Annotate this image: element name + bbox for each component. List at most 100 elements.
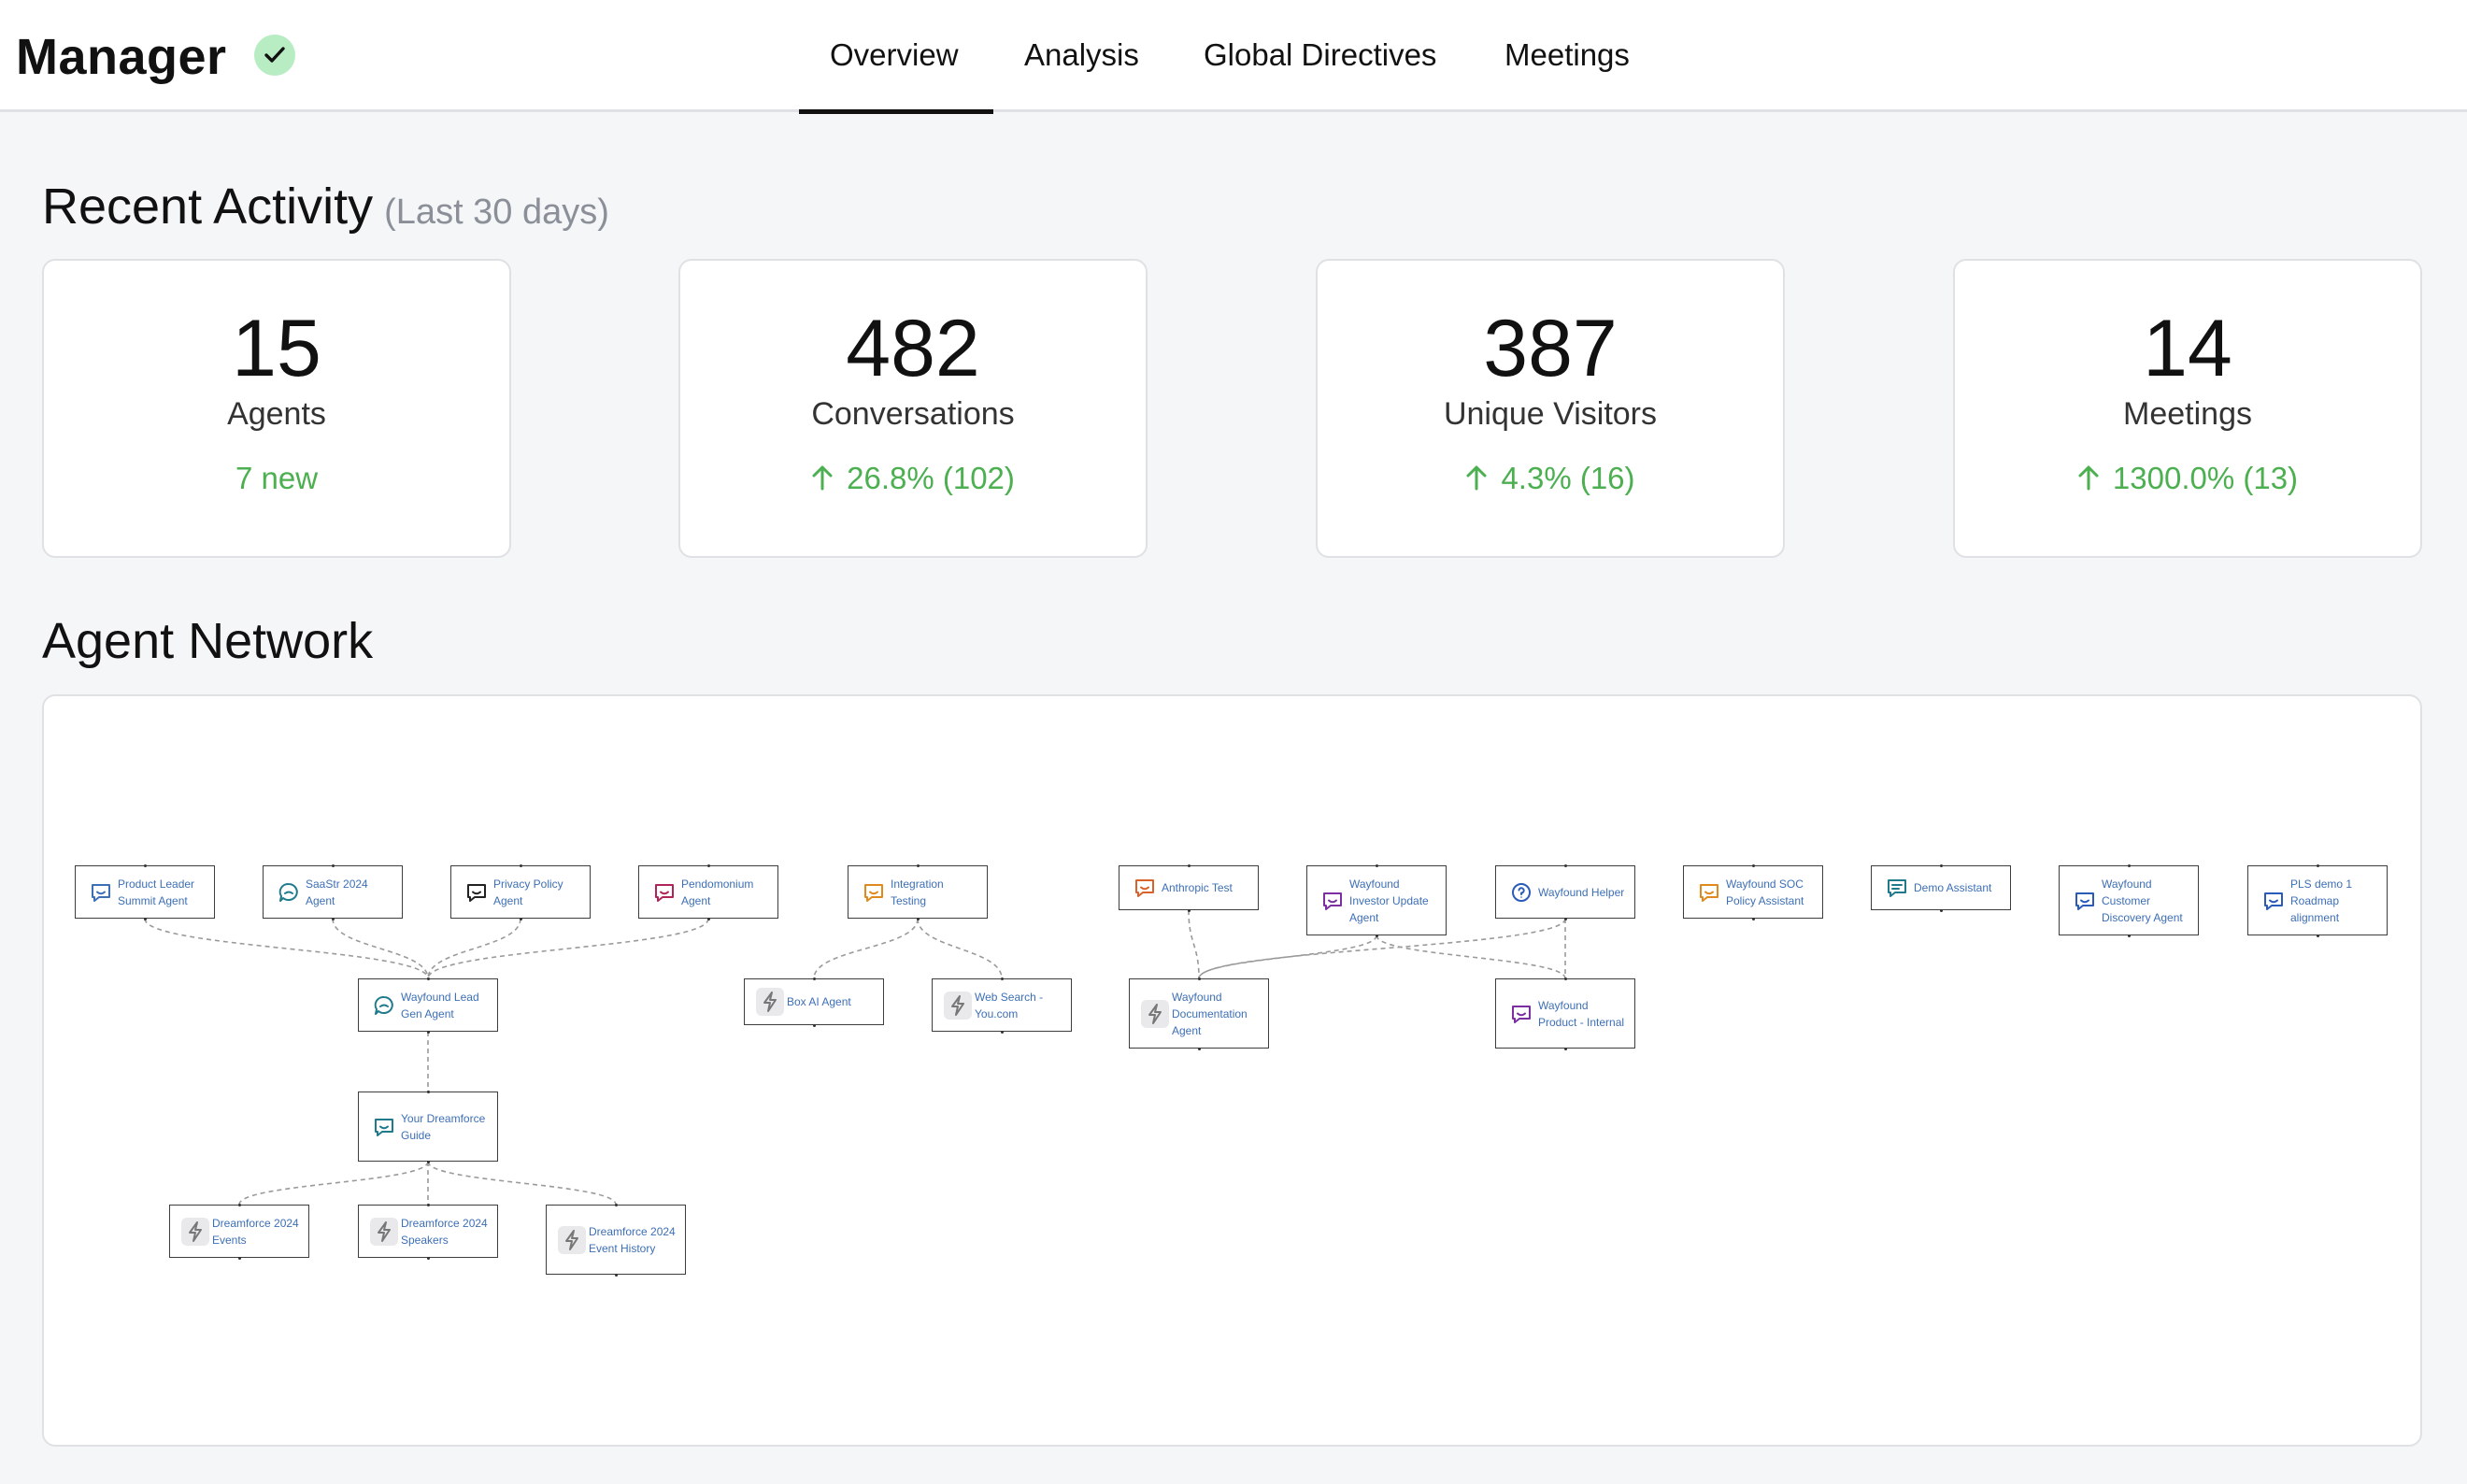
arrow-up-icon — [2078, 465, 2099, 491]
node-port — [427, 1204, 430, 1206]
chat-smile-icon — [2260, 887, 2288, 915]
stat-label: Meetings — [2123, 396, 2252, 432]
chat-smile-icon — [1695, 878, 1723, 906]
recent-activity-heading: Recent Activity (Last 30 days) — [42, 178, 609, 235]
node-port — [2128, 935, 2131, 937]
stat-change: 26.8% (102) — [680, 461, 1146, 496]
tab-meetings[interactable]: Meetings — [1504, 37, 1630, 73]
agent-node[interactable]: Product Leader Summit Agent — [75, 864, 215, 920]
bolt-icon — [181, 1217, 209, 1246]
network-edge — [238, 1161, 429, 1206]
node-port — [1564, 864, 1567, 867]
recent-activity-title: Recent Activity — [42, 178, 374, 235]
stat-value: 14 — [2143, 304, 2232, 393]
agent-node[interactable]: Wayfound Product - Internal — [1495, 977, 1635, 1050]
active-tab-indicator — [799, 109, 993, 114]
node-port — [1564, 977, 1567, 980]
tab-overview[interactable]: Overview — [830, 37, 959, 73]
node-port — [1564, 918, 1567, 920]
agent-node-label: Wayfound SOC Policy Assistant — [1726, 877, 1804, 907]
node-port — [615, 1274, 618, 1277]
agent-node-label: Demo Assistant — [1914, 881, 1992, 894]
stat-value: 15 — [232, 304, 321, 393]
agent-node[interactable]: Demo Assistant — [1871, 864, 2011, 912]
node-port — [332, 864, 335, 867]
node-port — [1188, 864, 1191, 867]
agent-node[interactable]: Wayfound Customer Discovery Agent — [2059, 864, 2199, 937]
help-circle-icon — [1507, 878, 1535, 906]
agent-node[interactable]: Anthropic Test — [1119, 864, 1259, 912]
arrow-up-icon — [1466, 465, 1487, 491]
node-port — [615, 1204, 618, 1206]
bolt-icon — [944, 991, 972, 1020]
stat-change-text: 4.3% (16) — [1501, 461, 1635, 495]
chat-smile-icon — [370, 1113, 398, 1141]
stat-label: Conversations — [811, 396, 1015, 432]
network-edge — [917, 918, 1003, 979]
agent-node-label: Dreamforce 2024 Events — [212, 1216, 299, 1247]
chat-bubble-icon — [275, 878, 303, 906]
agent-node[interactable]: Dreamforce 2024 Speakers — [358, 1204, 498, 1260]
recent-activity-subtitle: (Last 30 days) — [384, 193, 609, 232]
network-edge — [1188, 909, 1200, 979]
app-title: Manager — [16, 29, 227, 85]
agent-node-label: Wayfound Product - Internal — [1538, 998, 1625, 1029]
agent-node-label: Your Dreamforce Guide — [401, 1111, 486, 1142]
network-edge — [427, 1161, 617, 1206]
bolt-icon — [558, 1225, 586, 1254]
node-port — [1752, 864, 1755, 867]
node-port — [427, 1161, 430, 1163]
node-port — [1940, 909, 1943, 912]
agent-network-panel[interactable]: Product Leader Summit Agent SaaStr 2024 A… — [42, 694, 2422, 1447]
chat-smile-icon — [87, 878, 115, 906]
agent-node[interactable]: Pendomonium Agent — [638, 864, 778, 920]
node-port — [917, 918, 920, 920]
agent-node[interactable]: Wayfound SOC Policy Assistant — [1683, 864, 1823, 920]
stat-card-conversations: 482 Conversations 26.8% (102) — [678, 259, 1148, 558]
agent-node-label: SaaStr 2024 Agent — [306, 877, 368, 907]
node-port — [427, 977, 430, 980]
stat-change-text: 26.8% (102) — [847, 461, 1015, 495]
agent-node[interactable]: Wayfound Investor Update Agent — [1306, 864, 1447, 937]
stat-card-unique-visitors: 387 Unique Visitors 4.3% (16) — [1316, 259, 1785, 558]
chat-smile-icon — [860, 878, 888, 906]
agent-node[interactable]: Box AI Agent — [744, 977, 884, 1027]
node-port — [1564, 1048, 1567, 1050]
agent-node-label: Wayfound Helper — [1538, 885, 1625, 899]
agent-node[interactable]: Privacy Policy Agent — [450, 864, 591, 920]
node-port — [144, 864, 147, 867]
node-port — [1001, 977, 1004, 980]
agent-node[interactable]: Web Search - You.com — [932, 977, 1072, 1034]
agent-node-label: Wayfound Lead Gen Agent — [401, 990, 479, 1020]
network-edge — [427, 918, 709, 979]
stat-value: 387 — [1483, 304, 1618, 393]
node-port — [2317, 935, 2319, 937]
chat-smile-icon — [463, 878, 491, 906]
agent-node-label: PLS demo 1 Roadmap alignment — [2290, 877, 2353, 924]
agent-node[interactable]: Your Dreamforce Guide — [358, 1091, 498, 1163]
agent-node[interactable]: Wayfound Documentation Agent — [1129, 977, 1269, 1050]
agent-node-label: Dreamforce 2024 Speakers — [401, 1216, 488, 1247]
network-edge — [1376, 935, 1566, 979]
agent-node[interactable]: Integration Testing — [848, 864, 988, 920]
agent-node[interactable]: Wayfound Helper — [1495, 864, 1635, 920]
chat-smile-icon — [650, 878, 678, 906]
agent-node[interactable]: SaaStr 2024 Agent — [263, 864, 403, 920]
stat-change: 7 new — [44, 461, 509, 496]
bolt-icon — [756, 988, 784, 1016]
node-port — [707, 918, 710, 920]
tab-analysis[interactable]: Analysis — [1024, 37, 1139, 73]
verified-check-icon — [254, 35, 295, 76]
agent-node[interactable]: PLS demo 1 Roadmap alignment — [2247, 864, 2388, 937]
tab-global-directives[interactable]: Global Directives — [1204, 37, 1436, 73]
stat-card-meetings: 14 Meetings 1300.0% (13) — [1953, 259, 2422, 558]
agent-node[interactable]: Dreamforce 2024 Events — [169, 1204, 309, 1260]
chat-lines-icon — [1883, 874, 1911, 902]
node-port — [427, 1031, 430, 1034]
node-port — [707, 864, 710, 867]
agent-node[interactable]: Dreamforce 2024 Event History — [546, 1204, 686, 1277]
agent-node[interactable]: Wayfound Lead Gen Agent — [358, 977, 498, 1034]
stat-label: Unique Visitors — [1443, 396, 1658, 432]
node-port — [520, 918, 522, 920]
node-port — [2317, 864, 2319, 867]
